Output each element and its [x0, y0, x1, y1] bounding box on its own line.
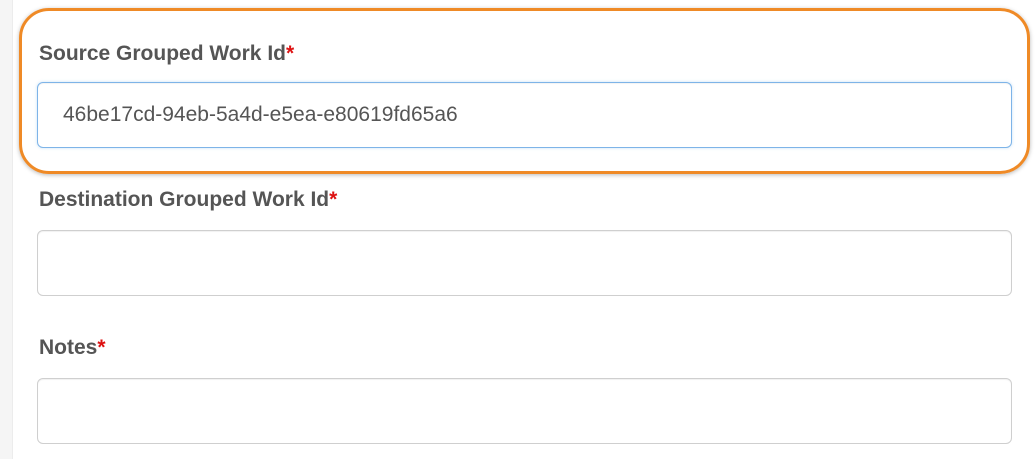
- source-grouped-work-id-label: Source Grouped Work Id*: [39, 42, 294, 66]
- source-grouped-work-id-label-text: Source Grouped Work Id: [39, 42, 286, 65]
- required-marker: *: [329, 188, 338, 211]
- merge-grouped-work-form: Source Grouped Work Id* Destination Grou…: [0, 0, 1035, 459]
- notes-label: Notes*: [39, 336, 106, 360]
- notes-label-text: Notes: [39, 336, 98, 359]
- destination-grouped-work-id-input[interactable]: [37, 230, 1012, 296]
- required-marker: *: [97, 336, 106, 359]
- notes-input[interactable]: [37, 378, 1012, 444]
- required-marker: *: [285, 42, 295, 65]
- destination-grouped-work-id-label-text: Destination Grouped Work Id: [39, 188, 330, 211]
- source-grouped-work-id-input[interactable]: [37, 82, 1012, 148]
- destination-grouped-work-id-label: Destination Grouped Work Id*: [39, 188, 337, 212]
